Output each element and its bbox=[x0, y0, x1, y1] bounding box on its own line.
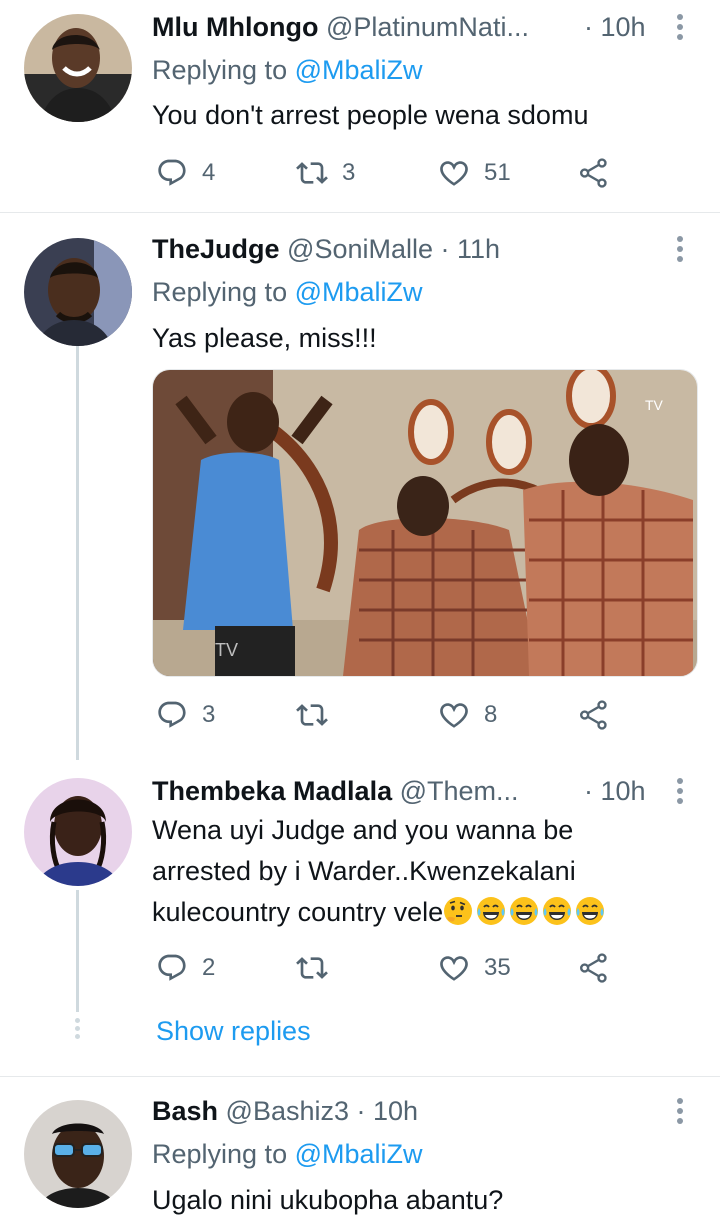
tears-of-joy-emoji bbox=[509, 896, 539, 926]
reply-icon bbox=[156, 157, 188, 189]
tweet-text: Yas please, miss!!! bbox=[152, 323, 377, 353]
share-icon bbox=[578, 157, 610, 189]
more-icon[interactable] bbox=[670, 10, 690, 44]
like-count: 51 bbox=[484, 159, 511, 186]
divider bbox=[0, 212, 720, 213]
thinking-face-emoji bbox=[443, 896, 473, 926]
like-count: 8 bbox=[484, 701, 498, 728]
user-handle[interactable]: @Them... bbox=[400, 776, 519, 806]
reply-icon bbox=[156, 952, 188, 984]
more-icon[interactable] bbox=[670, 232, 690, 266]
reply-count: 2 bbox=[202, 954, 216, 981]
media-watermark: TV bbox=[645, 397, 664, 413]
share-icon bbox=[578, 952, 610, 984]
tweet-header: Bash @Bashiz3 · 10h bbox=[152, 1094, 418, 1128]
thread-dots bbox=[74, 1018, 82, 1040]
replying-to: Replying to @MbaliZw bbox=[152, 277, 423, 307]
display-name[interactable]: Mlu Mhlongo bbox=[152, 12, 318, 42]
like-icon bbox=[438, 699, 470, 731]
replying-to: Replying to @MbaliZw bbox=[152, 1139, 423, 1169]
more-icon[interactable] bbox=[670, 1094, 690, 1128]
avatar[interactable] bbox=[24, 1100, 132, 1208]
tweet-text-line: kulecountry country vele bbox=[152, 897, 444, 927]
tweet-text-line: Wena uyi Judge and you wanna be bbox=[152, 815, 574, 845]
tears-of-joy-emoji bbox=[542, 896, 572, 926]
tweet-header: Thembeka Madlala @Them... bbox=[152, 774, 519, 808]
mention-link[interactable]: @MbaliZw bbox=[295, 1139, 423, 1169]
tweet-text: Ugalo nini ukubopha abantu? bbox=[152, 1185, 504, 1215]
divider bbox=[0, 1076, 720, 1077]
avatar[interactable] bbox=[24, 778, 132, 886]
timestamp[interactable]: · 10h bbox=[357, 1096, 419, 1126]
display-name[interactable]: Thembeka Madlala bbox=[152, 776, 392, 806]
share-icon bbox=[578, 699, 610, 731]
like-count: 35 bbox=[484, 954, 511, 981]
retweet-button[interactable]: 3 bbox=[296, 155, 355, 191]
tweet-text-line: arrested by i Warder..Kwenzekalani bbox=[152, 856, 576, 886]
replying-to: Replying to @MbaliZw bbox=[152, 55, 423, 85]
retweet-button[interactable] bbox=[296, 697, 328, 733]
like-icon bbox=[438, 157, 470, 189]
retweet-icon bbox=[296, 157, 328, 189]
like-button[interactable]: 51 bbox=[438, 155, 511, 191]
avatar[interactable] bbox=[24, 238, 132, 346]
like-button[interactable]: 35 bbox=[438, 950, 511, 986]
tweet-header: Mlu Mhlongo @PlatinumNati... bbox=[152, 10, 529, 44]
display-name[interactable]: TheJudge bbox=[152, 234, 280, 264]
tweet-text-last-line: kulecountry country vele bbox=[152, 892, 608, 932]
reply-count: 4 bbox=[202, 159, 216, 186]
show-replies-link[interactable]: Show replies bbox=[156, 1014, 311, 1048]
retweet-button[interactable] bbox=[296, 950, 328, 986]
reply-button[interactable]: 2 bbox=[156, 950, 215, 986]
retweet-icon bbox=[296, 699, 328, 731]
timestamp[interactable]: · 11h bbox=[441, 234, 501, 264]
more-icon[interactable] bbox=[670, 774, 690, 808]
tweet-header: TheJudge @SoniMalle · 11h bbox=[152, 232, 500, 266]
like-button[interactable]: 8 bbox=[438, 697, 497, 733]
thread-line bbox=[76, 346, 79, 760]
avatar[interactable] bbox=[24, 14, 132, 122]
tears-of-joy-emoji bbox=[476, 896, 506, 926]
mention-link[interactable]: @MbaliZw bbox=[295, 277, 423, 307]
mention-link[interactable]: @MbaliZw bbox=[295, 55, 423, 85]
media-watermark: TV bbox=[215, 640, 238, 660]
share-button[interactable] bbox=[578, 697, 610, 733]
display-name[interactable]: Bash bbox=[152, 1096, 218, 1126]
reply-button[interactable]: 3 bbox=[156, 697, 215, 733]
reply-button[interactable]: 4 bbox=[156, 155, 215, 191]
share-button[interactable] bbox=[578, 950, 610, 986]
share-button[interactable] bbox=[578, 155, 610, 191]
timestamp[interactable]: · 10h bbox=[584, 774, 646, 808]
user-handle[interactable]: @Bashiz3 bbox=[226, 1096, 349, 1126]
retweet-icon bbox=[296, 952, 328, 984]
timestamp[interactable]: · 10h bbox=[584, 10, 646, 44]
reply-count: 3 bbox=[202, 701, 216, 728]
retweet-count: 3 bbox=[342, 159, 356, 186]
thread-line bbox=[76, 890, 79, 1012]
tweet-media-image[interactable]: TV TV bbox=[152, 369, 698, 677]
user-handle[interactable]: @SoniMalle bbox=[287, 234, 433, 264]
tweet-text: You don't arrest people wena sdomu bbox=[152, 100, 589, 130]
user-handle[interactable]: @PlatinumNati... bbox=[326, 12, 529, 42]
tears-of-joy-emoji bbox=[575, 896, 605, 926]
like-icon bbox=[438, 952, 470, 984]
reply-icon bbox=[156, 699, 188, 731]
